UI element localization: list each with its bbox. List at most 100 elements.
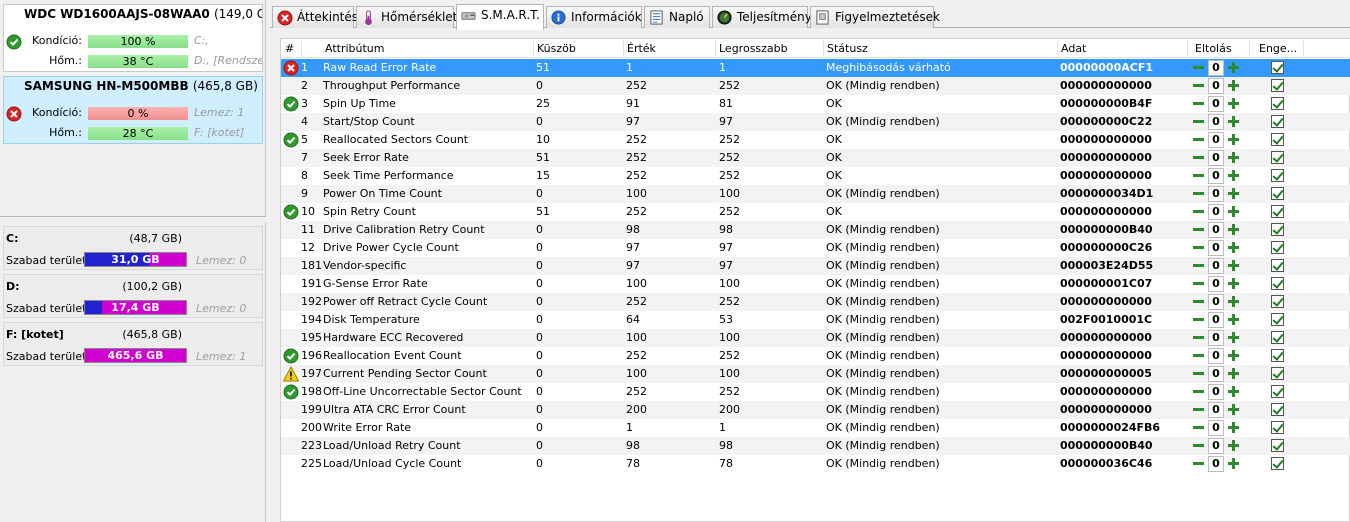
enable-checkbox[interactable] [1271,385,1284,398]
offset-minus-button[interactable] [1191,132,1206,147]
offset-minus-button[interactable] [1191,366,1206,381]
table-row[interactable]: 2 Throughput Performance 0 252 252 OK (Mindig… [281,77,1350,95]
offset-minus-button[interactable] [1191,276,1206,291]
offset-plus-button[interactable] [1226,222,1241,237]
offset-field[interactable]: 0 [1208,312,1224,328]
offset-field[interactable]: 0 [1208,258,1224,274]
col-worst[interactable]: Legrosszabb [719,42,788,55]
table-row[interactable]: 10 Spin Retry Count 51 252 252 OK 000000000000… [281,203,1350,221]
col-data[interactable]: Adat [1061,42,1086,55]
enable-checkbox[interactable] [1271,313,1284,326]
enable-checkbox[interactable] [1271,61,1284,74]
offset-field[interactable]: 0 [1208,276,1224,292]
offset-plus-button[interactable] [1226,240,1241,255]
table-row[interactable]: 197 Current Pending Sector Count 0 100 100 OK… [281,365,1350,383]
volume-card[interactable]: D: (100,2 GB) Szabad terület 17,4 GB Lemez: … [3,274,263,318]
col-separator[interactable] [533,41,534,56]
col-separator[interactable] [823,41,824,56]
col-separator[interactable] [1249,41,1250,56]
offset-minus-button[interactable] [1191,204,1206,219]
enable-checkbox[interactable] [1271,277,1284,290]
table-row[interactable]: 1 Raw Read Error Rate 51 1 1 Meghibásodás vár… [281,59,1350,77]
offset-minus-button[interactable] [1191,114,1206,129]
offset-plus-button[interactable] [1226,114,1241,129]
offset-plus-button[interactable] [1226,456,1241,471]
offset-field[interactable]: 0 [1208,168,1224,184]
table-row[interactable]: 3 Spin Up Time 25 91 81 OK 000000000B4F 0 [281,95,1350,113]
offset-field[interactable]: 0 [1208,204,1224,220]
offset-field[interactable]: 0 [1208,186,1224,202]
table-row[interactable]: 5 Reallocated Sectors Count 10 252 252 OK 0000… [281,131,1350,149]
offset-field[interactable]: 0 [1208,60,1224,76]
offset-plus-button[interactable] [1226,402,1241,417]
table-row[interactable]: 8 Seek Time Performance 15 252 252 OK 00000000… [281,167,1350,185]
tab-overview[interactable]: Áttekintés [272,6,358,28]
offset-field[interactable]: 0 [1208,150,1224,166]
offset-field[interactable]: 0 [1208,96,1224,112]
table-row[interactable]: 192 Power off Retract Cycle Count 0 252 252 O… [281,293,1350,311]
enable-checkbox[interactable] [1271,403,1284,416]
enable-checkbox[interactable] [1271,79,1284,92]
enable-checkbox[interactable] [1271,169,1284,182]
offset-field[interactable]: 0 [1208,366,1224,382]
enable-checkbox[interactable] [1271,457,1284,470]
panel-divider[interactable] [0,216,266,222]
offset-plus-button[interactable] [1226,132,1241,147]
offset-minus-button[interactable] [1191,402,1206,417]
offset-minus-button[interactable] [1191,420,1206,435]
tab-temperature[interactable]: Hőmérséklet [356,6,457,28]
tab-alerts[interactable]: Figyelmeztetések [810,6,940,28]
offset-minus-button[interactable] [1191,96,1206,111]
offset-plus-button[interactable] [1226,384,1241,399]
volume-card[interactable]: F: [kotet] (465,8 GB) Szabad terület 465,6 … [3,322,263,366]
offset-plus-button[interactable] [1226,186,1241,201]
volume-card[interactable]: C: (48,7 GB) Szabad terület 31,0 GB Lemez: 0 [3,226,263,270]
offset-minus-button[interactable] [1191,186,1206,201]
table-row[interactable]: 196 Reallocation Event Count 0 252 252 OK (Mi… [281,347,1350,365]
offset-field[interactable]: 0 [1208,114,1224,130]
offset-plus-button[interactable] [1226,438,1241,453]
table-row[interactable]: 12 Drive Power Cycle Count 0 97 97 OK (Mindig… [281,239,1350,257]
offset-field[interactable]: 0 [1208,78,1224,94]
table-row[interactable]: 194 Disk Temperature 0 64 53 OK (Mindig rendb… [281,311,1350,329]
offset-field[interactable]: 0 [1208,330,1224,346]
enable-checkbox[interactable] [1271,223,1284,236]
table-row[interactable]: 9 Power On Time Count 0 100 100 OK (Mindig re… [281,185,1350,203]
col-separator[interactable] [715,41,716,56]
table-row[interactable]: 198 Off-Line Uncorrectable Sector Count 0 2… [281,383,1350,401]
offset-field[interactable]: 0 [1208,222,1224,238]
offset-plus-button[interactable] [1226,168,1241,183]
enable-checkbox[interactable] [1271,295,1284,308]
enable-checkbox[interactable] [1271,421,1284,434]
col-attribute[interactable]: Attribútum [325,42,385,55]
col-separator[interactable] [1303,41,1304,56]
enable-checkbox[interactable] [1271,97,1284,110]
tab-information[interactable]: Információk [546,6,642,28]
offset-field[interactable]: 0 [1208,348,1224,364]
disk-card[interactable]: WDC WD1600AAJS-08WAA0 (149,0 GB) Ler Kond… [3,4,263,72]
offset-minus-button[interactable] [1191,456,1206,471]
enable-checkbox[interactable] [1271,367,1284,380]
offset-minus-button[interactable] [1191,294,1206,309]
offset-plus-button[interactable] [1226,312,1241,327]
enable-checkbox[interactable] [1271,115,1284,128]
offset-minus-button[interactable] [1191,78,1206,93]
offset-minus-button[interactable] [1191,168,1206,183]
offset-plus-button[interactable] [1226,258,1241,273]
enable-checkbox[interactable] [1271,187,1284,200]
offset-plus-button[interactable] [1226,96,1241,111]
table-row[interactable]: 4 Start/Stop Count 0 97 97 OK (Mindig rendben… [281,113,1350,131]
col-status[interactable]: Státusz [827,42,868,55]
offset-plus-button[interactable] [1226,276,1241,291]
table-row[interactable]: 7 Seek Error Rate 51 252 252 OK 000000000000 0 [281,149,1350,167]
enable-checkbox[interactable] [1271,151,1284,164]
offset-field[interactable]: 0 [1208,132,1224,148]
offset-minus-button[interactable] [1191,150,1206,165]
offset-minus-button[interactable] [1191,384,1206,399]
table-row[interactable]: 191 G-Sense Error Rate 0 100 100 OK (Mindig r… [281,275,1350,293]
offset-plus-button[interactable] [1226,60,1241,75]
offset-field[interactable]: 0 [1208,438,1224,454]
offset-plus-button[interactable] [1226,294,1241,309]
offset-field[interactable]: 0 [1208,456,1224,472]
tab-performance[interactable]: Teljesítmény [712,6,812,28]
